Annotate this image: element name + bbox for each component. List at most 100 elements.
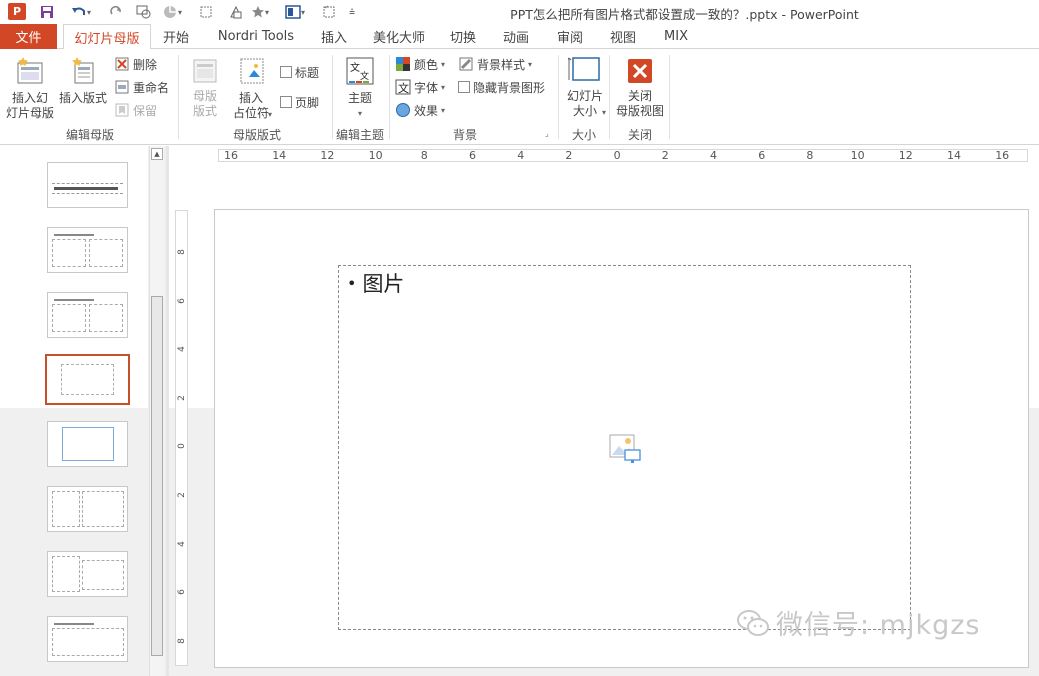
scrollbar-thumb[interactable]: [151, 296, 163, 656]
tab-nordri-tools[interactable]: Nordri Tools: [208, 24, 304, 49]
ruler-tick-label: 2: [661, 149, 669, 162]
delete-button[interactable]: 删除: [114, 55, 157, 73]
tab-slide-master[interactable]: 幻灯片母版: [63, 24, 151, 50]
ruler-tick-label: 4: [177, 540, 187, 547]
wechat-watermark: 微信号: mjkgzs: [736, 603, 981, 642]
preserve-button[interactable]: 保留: [114, 101, 157, 119]
group-separator: [389, 55, 390, 139]
title-checkbox[interactable]: 标题: [280, 63, 319, 81]
tab-beautify-master[interactable]: 美化大师: [366, 24, 432, 49]
ribbon: 插入幻 灯片母版 插入版式 删除 重命名 保留 编辑母版 母版 版式 插入 占位…: [0, 49, 1039, 145]
hide-background-checkbox[interactable]: 隐藏背景图形: [458, 78, 545, 96]
slide-thumbnail[interactable]: [47, 227, 128, 273]
ruler-tick-label: 14: [272, 149, 287, 162]
slide-size-icon: [566, 57, 600, 81]
rename-button[interactable]: 重命名: [114, 78, 169, 96]
slide-size-button[interactable]: 幻灯片 大小 ▾: [563, 55, 607, 120]
colors-button[interactable]: 颜色 ▾: [395, 55, 445, 73]
ruler-tick-label: 16: [224, 149, 238, 162]
slide-thumbnail[interactable]: [47, 486, 128, 532]
group-separator: [178, 55, 179, 139]
window-title: PPT怎么把所有图片格式都设置成一致的？.pptx - PowerPoint: [510, 7, 859, 22]
tab-insert[interactable]: 插入: [314, 24, 354, 49]
group-size-label: 大小: [571, 128, 596, 142]
svg-text:文: 文: [360, 70, 369, 82]
thumbnail-scrollbar[interactable]: ▲: [149, 146, 164, 676]
slide-thumbnail[interactable]: [47, 292, 128, 338]
ruler-tick-label: 12: [320, 149, 335, 162]
svg-text:文: 文: [398, 81, 409, 95]
master-layout-button[interactable]: 母版 版式: [186, 57, 224, 119]
slide-thumbnail-selected[interactable]: [45, 354, 130, 405]
group-master-layout-label: 母版版式: [232, 128, 281, 142]
ruler-tick-label: 6: [469, 149, 476, 162]
footer-checkbox-box[interactable]: [280, 96, 292, 108]
footer-checkbox[interactable]: 页脚: [280, 93, 319, 111]
ruler-tick-label: 16: [995, 149, 1010, 162]
placeholder-bullet-text[interactable]: • 图片: [347, 268, 404, 298]
svg-text:文: 文: [350, 61, 360, 74]
title-checkbox-box[interactable]: [280, 66, 292, 78]
ruler-tick-label: 4: [177, 346, 187, 353]
slide-thumbnail[interactable]: [47, 421, 128, 467]
background-styles-icon: [459, 57, 473, 71]
ruler-tick-label: 2: [565, 149, 573, 162]
insert-layout-button[interactable]: 插入版式: [58, 55, 108, 106]
tab-review[interactable]: 审阅: [550, 24, 590, 49]
insert-slide-master-button[interactable]: 插入幻 灯片母版: [6, 55, 54, 121]
insert-placeholder-button[interactable]: 插入 占位符 ▾: [228, 55, 274, 122]
wechat-icon: [737, 609, 769, 636]
hide-background-checkbox-box[interactable]: [458, 81, 470, 93]
background-styles-button[interactable]: 背景样式 ▾: [458, 55, 532, 73]
ruler-tick-label: 0: [177, 443, 187, 450]
tab-view[interactable]: 视图: [603, 24, 643, 49]
group-edit-theme-label: 编辑主题: [335, 128, 384, 142]
insert-layout-icon: [72, 57, 94, 84]
title-bar: P ▾ ▾ ▾ ▾ ⩮ PPT怎么把所有图片格式都设置成一致的？.pptx - …: [0, 0, 1039, 24]
slide-thumbnail[interactable]: [47, 616, 128, 662]
insert-placeholder-icon: [240, 58, 264, 84]
ruler-tick-label: 6: [177, 589, 187, 596]
fonts-button[interactable]: 文 字体 ▾: [395, 78, 445, 96]
group-separator: [669, 55, 670, 139]
ruler-tick-label: 4: [710, 149, 717, 162]
close-master-view-button[interactable]: 关闭 母版视图: [614, 57, 666, 119]
slide-thumbnail[interactable]: [47, 551, 128, 597]
ruler-tick-label: 6: [758, 149, 766, 162]
file-tab[interactable]: 文件: [0, 24, 57, 49]
ruler-tick-label: 6: [177, 297, 187, 304]
group-background-label: 背景: [452, 128, 477, 142]
group-close-label: 关闭: [627, 128, 652, 142]
ruler-tick-label: 10: [368, 149, 383, 162]
horizontal-ruler: 16 14 12 10 8 6 4 2 0 2 4 6 8 10 12 14 16: [218, 149, 1028, 162]
delete-icon: [115, 57, 129, 71]
close-icon: [628, 59, 652, 83]
tab-mix[interactable]: MIX: [656, 24, 696, 49]
background-dialog-launcher-icon[interactable]: ⌟: [545, 128, 549, 138]
themes-icon: 文文: [346, 57, 374, 85]
group-separator: [609, 55, 610, 139]
scroll-up-icon[interactable]: ▲: [151, 148, 163, 160]
tab-animations[interactable]: 动画: [496, 24, 536, 49]
ruler-tick-label: 14: [947, 149, 961, 162]
themes-button[interactable]: 文文 主题 ▾: [340, 55, 380, 121]
group-separator: [558, 55, 559, 139]
vertical-ruler: 8 6 4 2 0 2 4 6 8: [175, 210, 188, 666]
effects-icon: [396, 103, 410, 117]
tab-home[interactable]: 开始: [156, 24, 196, 49]
rename-icon: [115, 80, 129, 94]
picture-placeholder[interactable]: • 图片: [338, 265, 911, 630]
effects-button[interactable]: 效果 ▾: [395, 101, 445, 119]
insert-picture-icon[interactable]: [609, 434, 641, 464]
insert-slide-master-icon: [17, 57, 43, 84]
slide-thumbnail[interactable]: [47, 162, 128, 208]
ruler-tick-label: 8: [177, 249, 187, 255]
fonts-icon: 文: [395, 79, 411, 95]
ruler-tick-label: 10: [850, 149, 865, 162]
ruler-tick-label: 8: [420, 149, 428, 162]
ruler-tick-label: 0: [613, 149, 621, 162]
tab-transitions[interactable]: 切换: [443, 24, 483, 49]
group-edit-master-label: 编辑母版: [65, 128, 114, 142]
slide-thumbnail-pane: [0, 146, 166, 676]
preserve-icon: [115, 103, 129, 117]
